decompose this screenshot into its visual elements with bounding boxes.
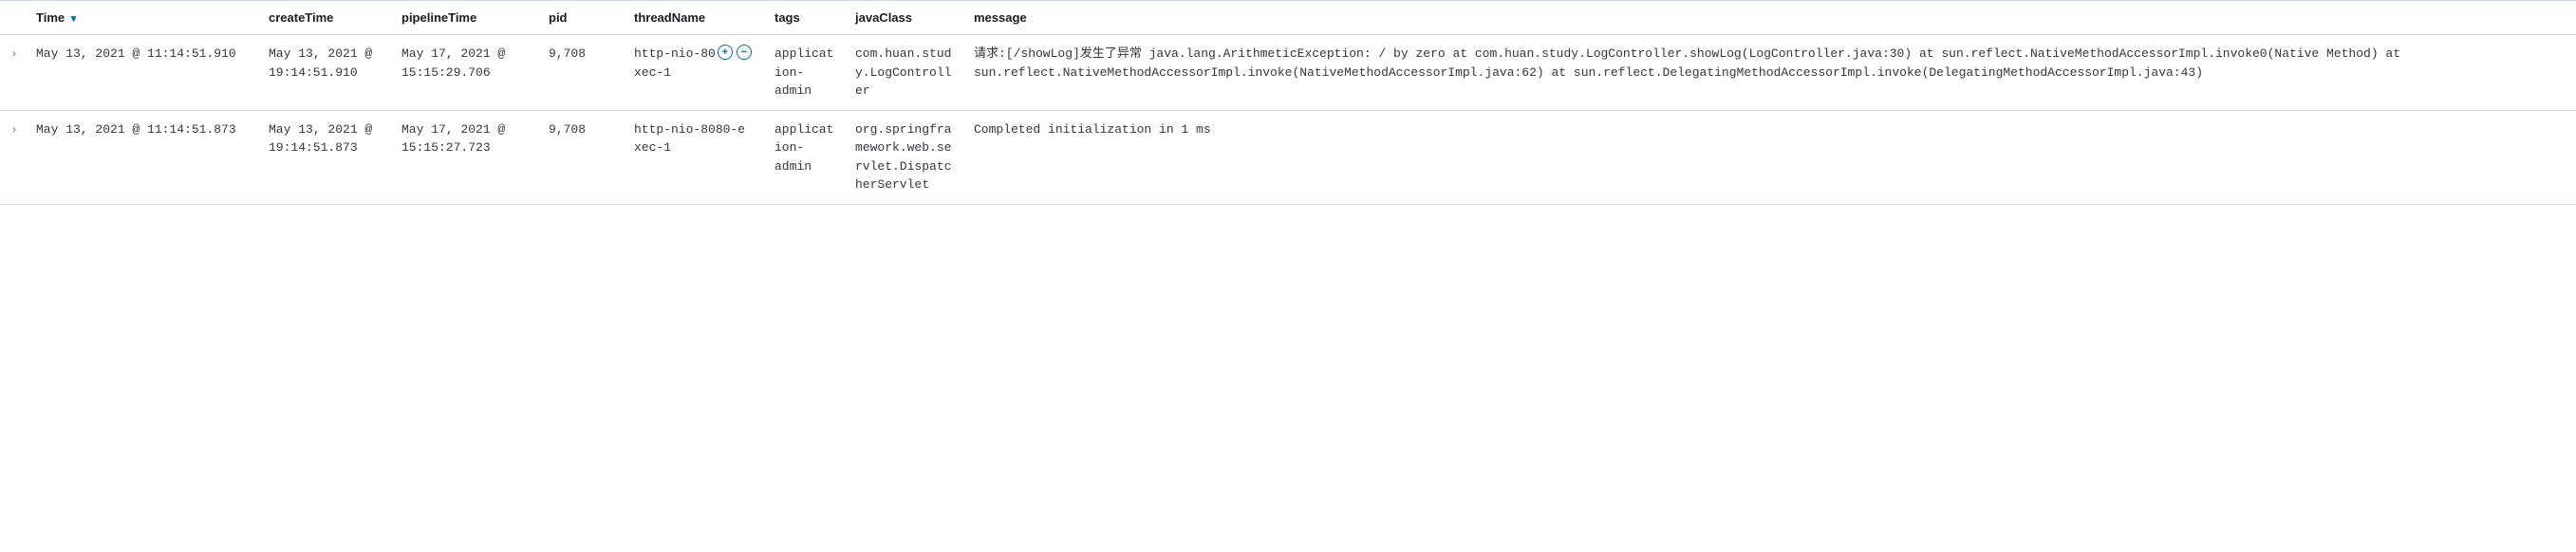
cell-tags: application-admin [767,35,848,111]
col-header-pid[interactable]: pid [541,1,626,35]
filter-out-value-icon[interactable]: − [737,45,752,60]
expand-row-icon[interactable]: › [10,46,17,63]
cell-time: May 13, 2021 @ 11:14:51.910 [28,35,261,111]
filter-icons-group: +− [718,45,752,60]
threadname-part2: xec-1 [634,140,671,155]
cell-threadName: http-nio-80+− xec-1 [626,35,767,111]
cell-javaClass: com.huan.study.LogController [848,35,966,111]
col-header-threadName[interactable]: threadName [626,1,767,35]
cell-threadName: http-nio-8080-e xec-1 [626,110,767,204]
expand-row-icon[interactable]: › [10,121,17,138]
col-header-message[interactable]: message [966,1,2576,35]
threadname-part1: http-nio-8080-e [634,122,745,137]
cell-javaClass: org.springframework.web.servlet.Dispatch… [848,110,966,204]
threadname-part2: xec-1 [634,65,671,80]
cell-pipelineTime: May 17, 2021 @ 15:15:29.706 [394,35,541,111]
log-table: Time ▾ createTime pipelineTime pid threa… [0,1,2576,205]
col-header-time[interactable]: Time ▾ [28,1,261,35]
col-header-pipelineTime[interactable]: pipelineTime [394,1,541,35]
cell-time: May 13, 2021 @ 11:14:51.873 [28,110,261,204]
sort-desc-icon: ▾ [71,12,77,25]
cell-message: 请求:[/showLog]发生了异常 java.lang.ArithmeticE… [966,35,2576,111]
table-header: Time ▾ createTime pipelineTime pid threa… [0,1,2576,35]
log-table-container: Time ▾ createTime pipelineTime pid threa… [0,0,2576,205]
col-header-expand [0,1,28,35]
table-row: › May 13, 2021 @ 11:14:51.910 May 13, 20… [0,35,2576,111]
cell-pid: 9,708 [541,110,626,204]
col-header-time-label: Time [36,10,65,25]
col-header-javaClass[interactable]: javaClass [848,1,966,35]
threadname-part1: http-nio-80 [634,46,716,61]
cell-createTime: May 13, 2021 @ 19:14:51.910 [261,35,394,111]
cell-message: Completed initialization in 1 ms [966,110,2576,204]
col-header-tags[interactable]: tags [767,1,848,35]
table-row: › May 13, 2021 @ 11:14:51.873 May 13, 20… [0,110,2576,204]
table-body: › May 13, 2021 @ 11:14:51.910 May 13, 20… [0,35,2576,205]
filter-for-value-icon[interactable]: + [718,45,733,60]
cell-createTime: May 13, 2021 @ 19:14:51.873 [261,110,394,204]
cell-tags: application-admin [767,110,848,204]
cell-pipelineTime: May 17, 2021 @ 15:15:27.723 [394,110,541,204]
col-header-createTime[interactable]: createTime [261,1,394,35]
cell-pid: 9,708 [541,35,626,111]
